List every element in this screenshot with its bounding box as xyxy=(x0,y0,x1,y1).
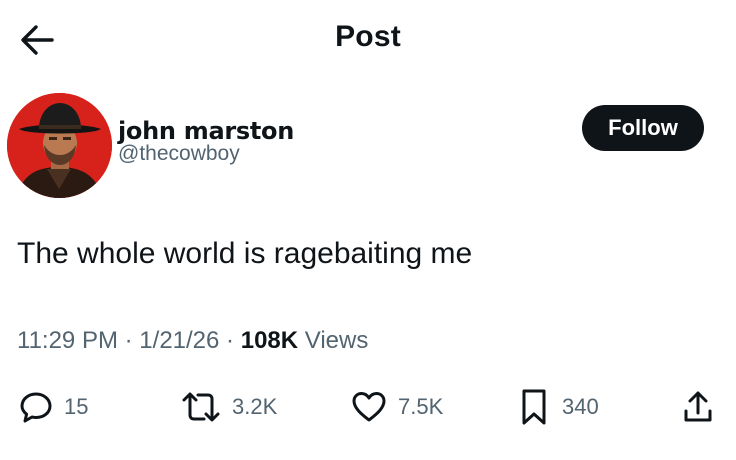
meta-separator: · xyxy=(124,327,133,354)
cowboy-portrait-icon xyxy=(7,93,112,198)
post-actions: 15 3.2K 7.5K 340 xyxy=(0,385,736,429)
bookmark-count: 340 xyxy=(562,394,599,419)
top-bar: Post xyxy=(0,0,736,80)
views-count: 108K xyxy=(240,327,299,354)
views-label: Views xyxy=(304,327,369,354)
like-count: 7.5K xyxy=(398,394,444,419)
heart-icon xyxy=(352,392,386,422)
bookmark-icon xyxy=(522,389,546,425)
post-meta: 11:29 PM · 1/21/26 · 108K Views xyxy=(17,325,368,357)
repost-count: 3.2K xyxy=(232,394,278,419)
page-title: Post xyxy=(335,20,401,53)
share-button[interactable] xyxy=(680,385,716,429)
post-date[interactable]: 1/21/26 xyxy=(139,327,219,354)
share-icon xyxy=(684,391,712,422)
meta-separator: · xyxy=(226,327,235,354)
avatar[interactable] xyxy=(7,93,112,198)
reply-count: 15 xyxy=(64,394,89,419)
repost-icon xyxy=(182,392,220,422)
reply-icon xyxy=(20,392,52,423)
reply-button[interactable]: 15 xyxy=(18,385,88,429)
bookmark-button[interactable]: 340 xyxy=(516,385,599,429)
post-text: The whole world is ragebaiting me xyxy=(17,237,473,270)
follow-button[interactable]: Follow xyxy=(582,105,704,151)
author-handle[interactable]: @thecowboy xyxy=(118,141,240,167)
like-button[interactable]: 7.5K xyxy=(350,385,443,429)
repost-button[interactable]: 3.2K xyxy=(180,385,277,429)
post-time[interactable]: 11:29 PM xyxy=(17,327,118,354)
